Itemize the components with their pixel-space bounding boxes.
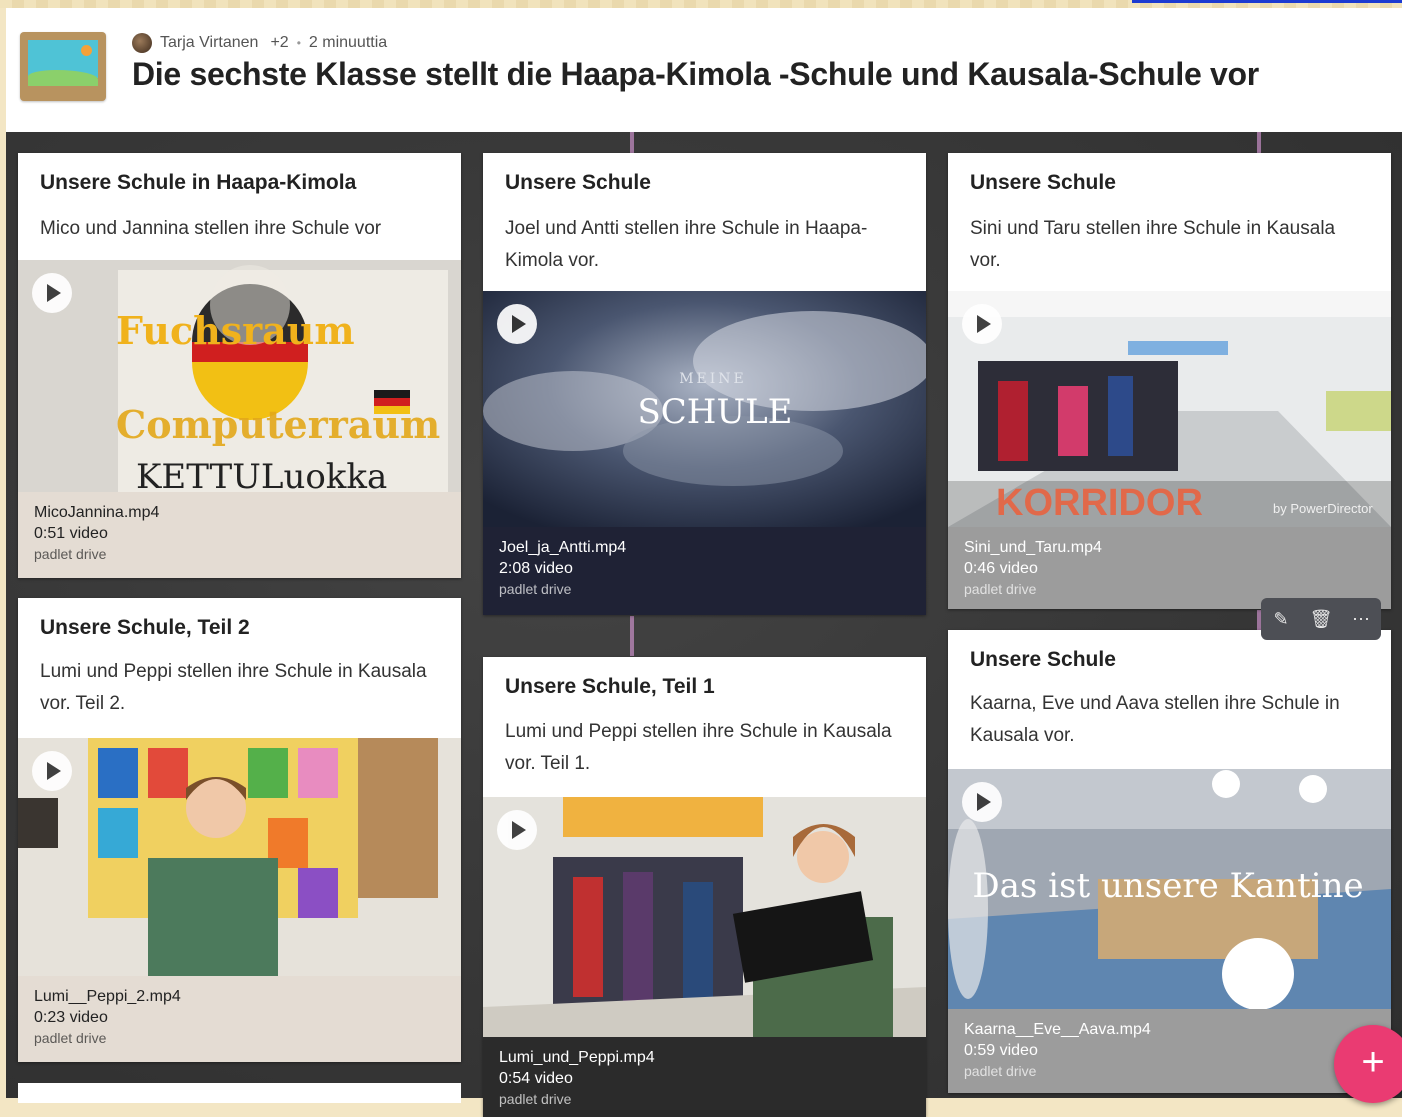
attachment-info[interactable]: Joel_ja_Antti.mp4 2:08 video padlet driv… <box>483 527 926 615</box>
collaborator-count[interactable]: +2 <box>270 34 288 52</box>
post-card[interactable]: Unsere Schule Joel und Antti stellen ihr… <box>483 153 926 615</box>
video-preview[interactable]: Das ist unsere Kantine <box>948 769 1391 1009</box>
video-length: 0:51 video <box>34 525 108 542</box>
post-description: Lumi und Peppi stellen ihre Schule in Ka… <box>40 661 427 714</box>
attachment-source: padlet drive <box>499 581 572 597</box>
separator-dot: • <box>296 36 301 50</box>
attachment-source: padlet drive <box>34 1030 107 1046</box>
post-description: Mico und Jannina stellen ihre Schule vor <box>40 218 382 239</box>
video-preview[interactable] <box>18 738 461 976</box>
attachment-source: padlet drive <box>499 1091 572 1107</box>
video-preview[interactable] <box>483 797 926 1037</box>
post-card[interactable]: Unsere Schule in Haapa-Kimola Mico und J… <box>18 153 461 578</box>
play-icon[interactable] <box>962 304 1002 344</box>
play-icon[interactable] <box>32 751 72 791</box>
edit-icon[interactable]: ✎ <box>1267 609 1295 630</box>
post-card[interactable]: Unsere Schule, Teil 1 Lumi und Peppi ste… <box>483 657 926 1117</box>
video-thumbnail: Fuchsraum Computerraum KETTULuokka <box>18 260 461 492</box>
post-title: Unsere Schule in Haapa-Kimola <box>40 171 357 194</box>
attachment-info[interactable]: MicoJannina.mp4 0:51 video padlet drive <box>18 492 461 578</box>
attachment-source: padlet drive <box>964 581 1037 597</box>
attachment-info[interactable]: Lumi__Peppi_2.mp4 0:23 video padlet driv… <box>18 976 461 1062</box>
video-thumbnail: MEINE SCHULE <box>483 291 926 527</box>
overlay-text: Computerraum <box>116 402 440 447</box>
board-title: Die sechste Klasse stellt die Haapa-Kimo… <box>132 56 1259 92</box>
overlay-text: KORRIDOR <box>996 482 1203 524</box>
post-actions-toolbar: ✎ 🗑 ⋯ <box>1261 598 1381 640</box>
post-meta: Tarja Virtanen +2 • 2 minuuttia <box>132 32 387 54</box>
post-card[interactable] <box>18 1083 461 1103</box>
attachment-info[interactable]: Sini_und_Taru.mp4 0:46 video padlet driv… <box>948 527 1391 609</box>
play-icon[interactable] <box>962 782 1002 822</box>
video-length: 0:23 video <box>34 1009 108 1026</box>
video-length: 0:46 video <box>964 560 1038 577</box>
file-name: Lumi__Peppi_2.mp4 <box>34 988 181 1005</box>
overlay-text: by PowerDirector <box>1273 501 1373 516</box>
post-card[interactable]: Unsere Schule, Teil 2 Lumi und Peppi ste… <box>18 598 461 1062</box>
video-length: 0:59 video <box>964 1042 1038 1059</box>
post-description: Lumi und Peppi stellen ihre Schule in Ka… <box>505 721 892 774</box>
post-card[interactable]: Unsere Schule Sini und Taru stellen ihre… <box>948 153 1391 609</box>
file-name: Joel_ja_Antti.mp4 <box>499 539 627 556</box>
attachment-info[interactable]: Lumi_und_Peppi.mp4 0:54 video padlet dri… <box>483 1037 926 1117</box>
add-post-button[interactable]: + <box>1334 1025 1402 1103</box>
post-card[interactable]: Unsere Schule Kaarna, Eve und Aava stell… <box>948 630 1391 1093</box>
post-title: Unsere Schule, Teil 1 <box>505 675 715 698</box>
video-thumbnail <box>483 797 926 1037</box>
time-ago: 2 minuuttia <box>308 34 388 51</box>
post-title: Unsere Schule <box>970 171 1116 194</box>
file-name: Lumi_und_Peppi.mp4 <box>499 1049 655 1066</box>
play-icon[interactable] <box>32 273 72 313</box>
author-name[interactable]: Tarja Virtanen <box>160 34 258 52</box>
post-description: Kaarna, Eve und Aava stellen ihre Schule… <box>970 693 1340 746</box>
post-title: Unsere Schule <box>970 648 1116 671</box>
video-thumbnail <box>18 738 461 976</box>
attachment-source: padlet drive <box>34 546 107 562</box>
overlay-text: SCHULE <box>637 392 792 432</box>
attachment-info[interactable]: Kaarna__Eve__Aava.mp4 0:59 video padlet … <box>948 1009 1391 1093</box>
top-link-underline <box>1132 0 1402 3</box>
file-name: Sini_und_Taru.mp4 <box>964 539 1102 556</box>
file-name: Kaarna__Eve__Aava.mp4 <box>964 1021 1151 1038</box>
video-thumbnail: Das ist unsere Kantine <box>948 769 1391 1009</box>
overlay-text: MEINE <box>679 371 747 387</box>
overlay-text: KETTULuokka <box>136 457 387 492</box>
video-thumbnail: KORRIDOR by PowerDirector <box>948 291 1391 527</box>
avatar[interactable] <box>132 33 152 53</box>
video-preview[interactable]: KORRIDOR by PowerDirector <box>948 291 1391 527</box>
video-length: 0:54 video <box>499 1070 573 1087</box>
board-header: Tarja Virtanen +2 • 2 minuuttia Die sech… <box>6 8 1402 132</box>
video-preview[interactable]: Fuchsraum Computerraum KETTULuokka <box>18 260 461 492</box>
post-description: Joel und Antti stellen ihre Schule in Ha… <box>505 218 868 271</box>
board-wallpaper-icon <box>20 32 106 101</box>
overlay-text: Das ist unsere Kantine <box>972 866 1363 906</box>
delete-icon[interactable]: 🗑 <box>1307 609 1335 630</box>
file-name: MicoJannina.mp4 <box>34 504 160 521</box>
post-title: Unsere Schule <box>505 171 651 194</box>
play-icon[interactable] <box>497 304 537 344</box>
post-title: Unsere Schule, Teil 2 <box>40 616 250 639</box>
post-description: Sini und Taru stellen ihre Schule in Kau… <box>970 218 1336 271</box>
video-preview[interactable]: MEINE SCHULE <box>483 291 926 527</box>
attachment-source: padlet drive <box>964 1063 1037 1079</box>
more-icon[interactable]: ⋯ <box>1347 609 1375 630</box>
overlay-text: Fuchsraum <box>116 308 355 353</box>
video-length: 2:08 video <box>499 560 573 577</box>
play-icon[interactable] <box>497 810 537 850</box>
